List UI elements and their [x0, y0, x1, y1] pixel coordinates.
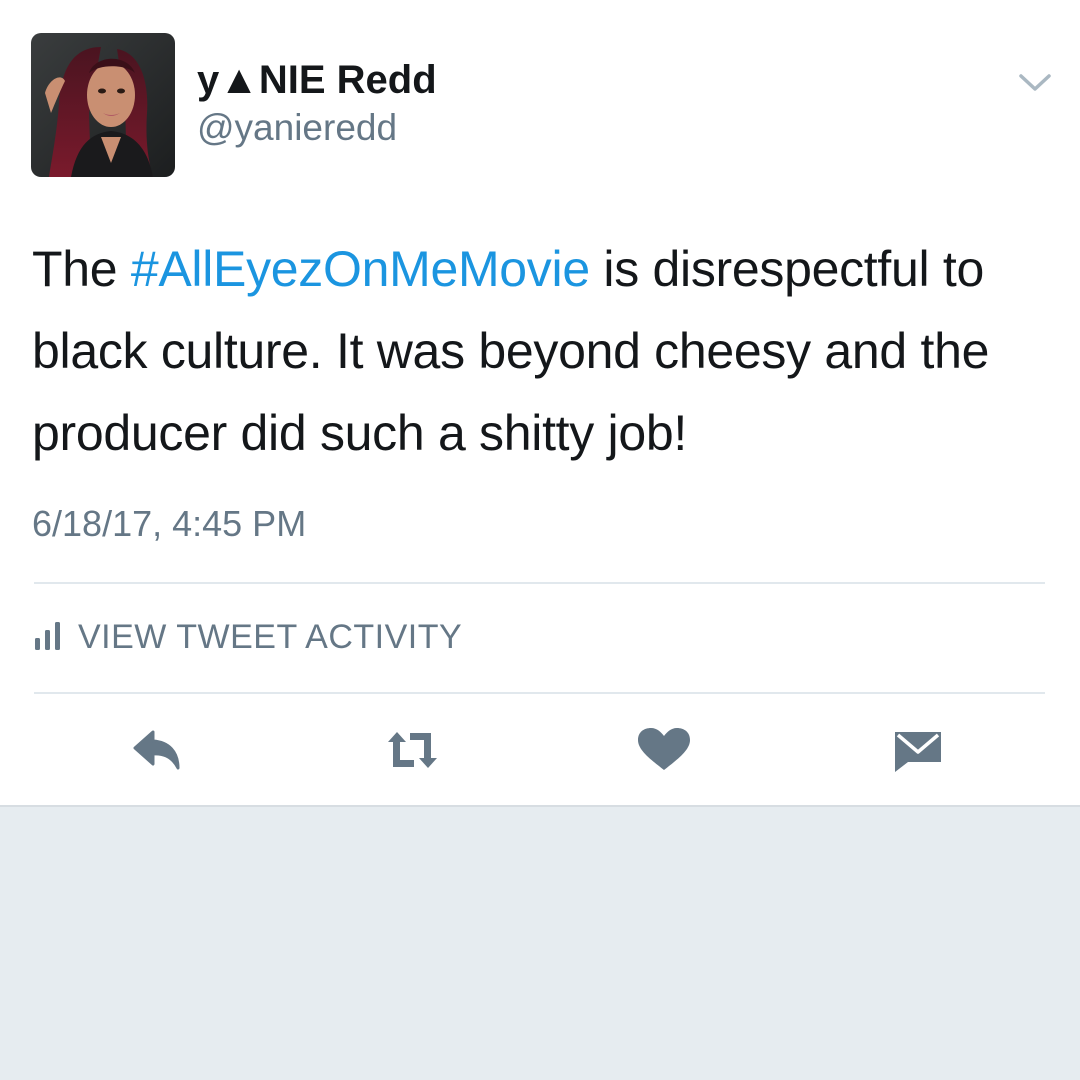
tweet-text-before: The [32, 241, 131, 297]
author-display-name[interactable]: y▲NIE Redd [197, 54, 437, 106]
tweet-card: y▲NIE Redd @yanieredd The #AllEyezOnMeMo… [0, 0, 1080, 807]
tweet-timestamp: 6/18/17, 4:45 PM [32, 503, 307, 544]
view-tweet-activity-label: VIEW TWEET ACTIVITY [78, 617, 463, 656]
heart-icon [638, 728, 690, 770]
tweet-text: The #AllEyezOnMeMovie is disrespectful t… [32, 228, 1042, 474]
avatar-photo [31, 33, 175, 177]
bar-chart-icon [35, 622, 60, 650]
like-button[interactable] [634, 726, 694, 774]
divider [34, 692, 1045, 694]
envelope-icon [895, 732, 941, 772]
view-tweet-activity-button[interactable]: VIEW TWEET ACTIVITY [32, 612, 462, 662]
divider [34, 582, 1045, 584]
avatar[interactable] [31, 33, 175, 177]
author-handle[interactable]: @yanieredd [197, 104, 397, 152]
direct-message-button[interactable] [888, 726, 948, 774]
retweet-button[interactable] [382, 726, 442, 774]
reply-button[interactable] [131, 726, 191, 774]
chevron-down-icon[interactable] [1018, 70, 1052, 96]
hashtag-link[interactable]: #AllEyezOnMeMovie [131, 241, 590, 297]
reply-icon [133, 730, 180, 770]
retweet-icon [388, 732, 437, 768]
